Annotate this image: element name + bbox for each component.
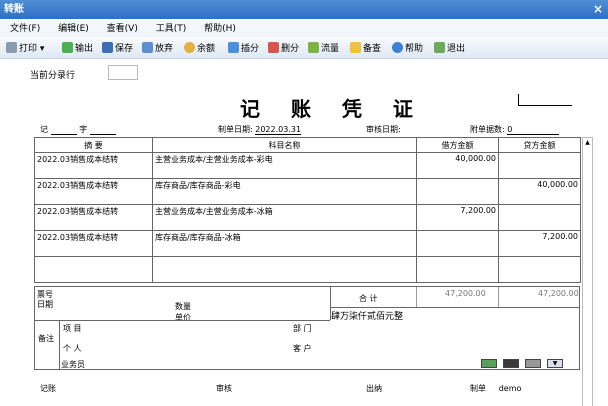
discard-icon (142, 42, 153, 53)
scroll-up-icon[interactable]: ▲ (583, 138, 592, 148)
ticket-date-label: 日期 (37, 300, 53, 309)
table-row[interactable]: 2022.03销售成本结转 库存商品/库存商品-冰箱 7,200.00 (34, 230, 581, 257)
row-summary[interactable]: 2022.03销售成本结转 (34, 152, 153, 179)
help-button[interactable]: 帮助 (392, 42, 423, 56)
exit-button[interactable]: 退出 (434, 42, 465, 56)
row-debit[interactable]: 7,200.00 (416, 204, 499, 231)
menu-help[interactable]: 帮助(H) (204, 21, 236, 38)
delete-icon (268, 42, 279, 53)
entry-row-field[interactable] (108, 65, 138, 80)
row-summary[interactable]: 2022.03销售成本结转 (34, 230, 153, 257)
toolbar: 打印 ▾ 输出 保存 放弃 余额 插分 删分 流量 备查 帮助 退出 (0, 39, 608, 59)
maker-name: demo (498, 384, 522, 393)
entry-row-label: 当前分录行 (30, 71, 76, 81)
stamp-mark (518, 94, 572, 106)
table-row[interactable]: 2022.03销售成本结转 主营业务成本/主营业务成本-彩电 40,000.00 (34, 152, 581, 179)
project-label: 项 目 (63, 324, 82, 333)
menu-file[interactable]: 文件(F) (10, 21, 40, 38)
customer-label: 客 户 (293, 344, 312, 353)
total-label: 合 计 (359, 294, 378, 303)
voucher-type-field[interactable] (50, 125, 77, 135)
collapse-icon[interactable]: ▼ (547, 359, 563, 368)
voucher-table: 摘 要 科目名称 借方金额 贷方金额 2022.03销售成本结转 主营业务成本/… (34, 137, 581, 283)
total-debit: 47,200.00 (445, 289, 486, 298)
card-icon[interactable] (481, 359, 497, 368)
voucher-number: 记 字 (40, 124, 116, 135)
note-label: 备注 (38, 334, 54, 343)
menu-edit[interactable]: 编辑(E) (58, 21, 89, 38)
cash-flow-button[interactable]: 流量 (308, 42, 339, 56)
voucher-no-field[interactable] (89, 125, 116, 135)
menu-bar: 文件(F) 编辑(E) 查看(V) 工具(T) 帮助(H) (0, 21, 608, 38)
note-icon (350, 42, 361, 53)
row-summary[interactable]: 2022.03销售成本结转 (34, 178, 153, 205)
voucher-date: 制单日期: 2022.03.31 (218, 125, 302, 135)
row-debit[interactable] (416, 230, 499, 257)
pen-icon[interactable] (525, 359, 541, 368)
attachments: 附单据数: 0 (470, 124, 560, 135)
table-row-empty[interactable] (34, 256, 581, 283)
header-summary: 摘 要 (34, 137, 153, 153)
voucher-footer-block: 票号 日期 数量 单价 合 计 47,200.00 47,200.00 肆万柒仟… (34, 286, 580, 370)
print-button[interactable]: 打印 ▾ (6, 42, 44, 56)
export-button[interactable]: 输出 (62, 42, 93, 56)
row-account[interactable]: 库存商品/库存商品-冰箱 (152, 230, 417, 257)
bookkeeper-label: 记账 (40, 384, 56, 393)
window-title: 转账 (4, 4, 24, 15)
screen-icon[interactable] (503, 359, 519, 368)
row-credit[interactable]: 40,000.00 (498, 178, 581, 205)
dept-label: 部 门 (293, 324, 312, 333)
row-credit[interactable] (498, 204, 581, 231)
maker-label: 制单 demo (470, 384, 522, 393)
balance-button[interactable]: 余额 (184, 42, 215, 56)
close-icon[interactable]: × (593, 0, 603, 19)
printer-icon (6, 42, 17, 53)
total-credit: 47,200.00 (538, 289, 579, 298)
exit-icon (434, 42, 445, 53)
row-credit[interactable]: 7,200.00 (498, 230, 581, 257)
voucher-area: 当前分录行 记 账 凭 证 记 字 制单日期: 2022.03.31 审核日期:… (0, 60, 608, 406)
header-credit: 贷方金额 (498, 137, 581, 153)
row-account[interactable]: 主营业务成本/主营业务成本-冰箱 (152, 204, 417, 231)
chart-icon (308, 42, 319, 53)
attachments-field[interactable]: 0 (507, 125, 560, 135)
row-debit[interactable] (416, 178, 499, 205)
help-icon (392, 42, 403, 53)
unit-price-label: 单价 (175, 313, 191, 322)
menu-view[interactable]: 查看(V) (107, 21, 138, 38)
vertical-scrollbar[interactable]: ▲ ▼ (582, 137, 593, 406)
total-in-words: 肆万柒仟贰佰元整 (331, 312, 404, 322)
salesman-label: 业务员 (61, 360, 85, 369)
audit-label: 审核 (216, 384, 232, 393)
header-debit: 借方金额 (416, 137, 499, 153)
insert-line-button[interactable]: 插分 (228, 42, 259, 56)
title-bar: 转账 × (0, 0, 608, 19)
row-credit[interactable] (498, 152, 581, 179)
check-button[interactable]: 备查 (350, 42, 381, 56)
discard-button[interactable]: 放弃 (142, 42, 173, 56)
row-debit[interactable]: 40,000.00 (416, 152, 499, 179)
menu-tools[interactable]: 工具(T) (156, 21, 187, 38)
export-icon (62, 42, 73, 53)
row-account[interactable]: 库存商品/库存商品-彩电 (152, 178, 417, 205)
row-summary[interactable]: 2022.03销售成本结转 (34, 204, 153, 231)
insert-icon (228, 42, 239, 53)
balance-icon (184, 42, 195, 53)
save-button[interactable]: 保存 (102, 42, 133, 56)
quantity-label: 数量 (175, 302, 191, 311)
audit-date: 审核日期: (366, 125, 401, 134)
voucher-date-field[interactable]: 2022.03.31 (255, 125, 302, 135)
table-row[interactable]: 2022.03销售成本结转 库存商品/库存商品-彩电 40,000.00 (34, 178, 581, 205)
save-icon (102, 42, 113, 53)
header-account: 科目名称 (152, 137, 417, 153)
row-account[interactable]: 主营业务成本/主营业务成本-彩电 (152, 152, 417, 179)
voucher-title: 记 账 凭 证 (240, 97, 425, 121)
person-label: 个 人 (63, 344, 82, 353)
delete-line-button[interactable]: 删分 (268, 42, 299, 56)
cashier-label: 出纳 (366, 384, 382, 393)
table-row[interactable]: 2022.03销售成本结转 主营业务成本/主营业务成本-冰箱 7,200.00 (34, 204, 581, 231)
